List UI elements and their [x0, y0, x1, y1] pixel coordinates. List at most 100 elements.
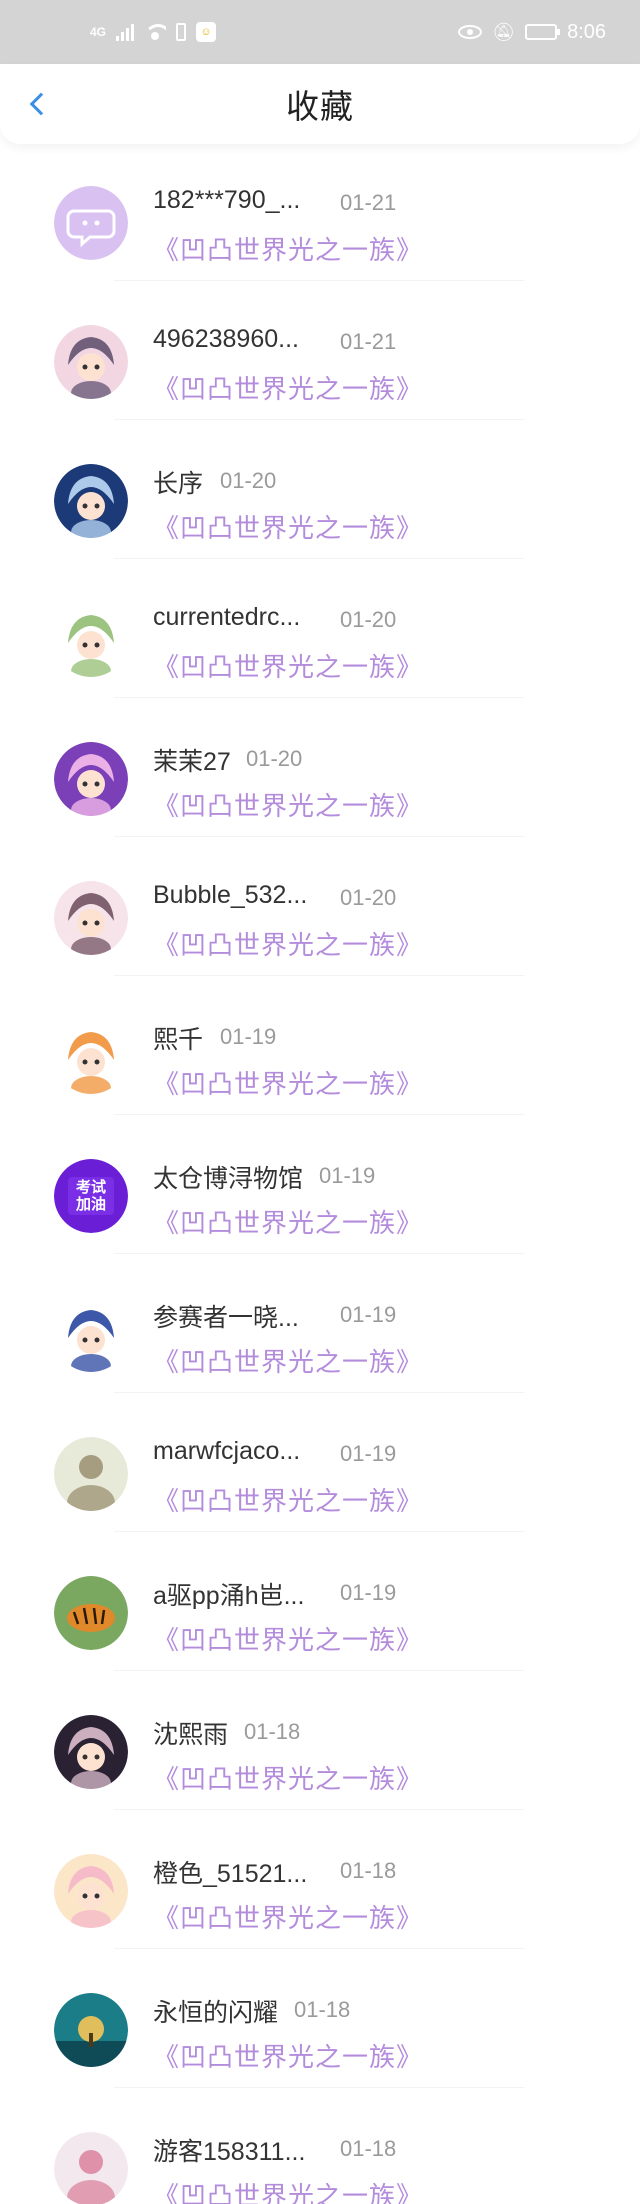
work-title-link[interactable]: 《凹凸世界光之一族》: [153, 1064, 423, 1101]
avatar[interactable]: [54, 1437, 128, 1511]
status-bar: 4G ☺ 🔕︎ 8:06: [0, 0, 640, 64]
list-item[interactable]: 长序 01-20 《凹凸世界光之一族》: [0, 440, 640, 579]
row-divider: [114, 1531, 524, 1532]
username[interactable]: 太仓博浔物馆: [153, 1159, 303, 1195]
work-title-link[interactable]: 《凹凸世界光之一族》: [153, 1342, 423, 1379]
date-label: 01-21: [340, 329, 397, 354]
username[interactable]: 茉茉27: [153, 742, 231, 778]
status-right: 🔕︎ 8:06: [458, 21, 606, 44]
work-title-link[interactable]: 《凹凸世界光之一族》: [153, 786, 423, 823]
work-title-link[interactable]: 《凹凸世界光之一族》: [153, 230, 423, 267]
avatar[interactable]: [54, 1298, 128, 1372]
signal-icon: [116, 23, 135, 41]
avatar[interactable]: [54, 325, 128, 399]
row-divider: [114, 975, 524, 976]
row-divider: [114, 1392, 524, 1393]
clock-time: 8:06: [567, 20, 606, 43]
username[interactable]: 永恒的闪耀: [153, 1993, 278, 2029]
avatar[interactable]: [54, 1020, 128, 1094]
row-divider: [114, 1670, 524, 1671]
list-item[interactable]: 橙色_51521... 01-18 《凹凸世界光之一族》: [0, 1830, 640, 1969]
list-item[interactable]: 永恒的闪耀 01-18 《凹凸世界光之一族》: [0, 1969, 640, 2108]
battery-icon: [525, 24, 561, 40]
list-item[interactable]: 游客158311... 01-18 《凹凸世界光之一族》: [0, 2108, 640, 2204]
avatar[interactable]: [54, 1715, 128, 1789]
work-title-link[interactable]: 《凹凸世界光之一族》: [153, 1481, 423, 1518]
username[interactable]: 长序: [153, 464, 203, 500]
status-left: 4G ☺: [90, 22, 217, 42]
date-label: 01-20: [340, 607, 397, 632]
date-label: 01-20: [220, 468, 277, 493]
date-label: 01-18: [340, 2136, 397, 2161]
date-label: 01-19: [340, 1302, 397, 1327]
date-label: 01-21: [340, 190, 397, 215]
row-divider: [114, 280, 524, 281]
list-item[interactable]: 沈熙雨 01-18 《凹凸世界光之一族》: [0, 1691, 640, 1830]
date-label: 01-19: [220, 1024, 277, 1049]
username[interactable]: 参赛者一晓...: [153, 1298, 299, 1334]
list-item[interactable]: a驱pp涌h岜... 01-19 《凹凸世界光之一族》: [0, 1552, 640, 1691]
date-label: 01-18: [340, 1858, 397, 1883]
avatar[interactable]: [54, 1993, 128, 2067]
list-item[interactable]: Bubble_532... 01-20 《凹凸世界光之一族》: [0, 857, 640, 996]
work-title-link[interactable]: 《凹凸世界光之一族》: [153, 1898, 423, 1935]
username[interactable]: 沈熙雨: [153, 1715, 228, 1751]
list-item[interactable]: 182***790_... 01-21 《凹凸世界光之一族》: [0, 162, 640, 301]
work-title-link[interactable]: 《凹凸世界光之一族》: [153, 647, 423, 684]
list-item[interactable]: 参赛者一晓... 01-19 《凹凸世界光之一族》: [0, 1274, 640, 1413]
work-title-link[interactable]: 《凹凸世界光之一族》: [153, 508, 423, 545]
avatar-text: 考试加油: [75, 1179, 106, 1213]
work-title-link[interactable]: 《凹凸世界光之一族》: [153, 1759, 423, 1796]
work-title-link[interactable]: 《凹凸世界光之一族》: [153, 925, 423, 962]
list-item[interactable]: 熙千 01-19 《凹凸世界光之一族》: [0, 996, 640, 1135]
chat-bubble-icon[interactable]: [54, 186, 128, 260]
username[interactable]: 496238960...: [153, 325, 299, 354]
work-title-link[interactable]: 《凹凸世界光之一族》: [153, 2037, 423, 2074]
list-item[interactable]: marwfcjaco... 01-19 《凹凸世界光之一族》: [0, 1413, 640, 1552]
date-label: 01-18: [294, 1997, 351, 2022]
username[interactable]: marwfcjaco...: [153, 1437, 300, 1466]
row-divider: [114, 1253, 524, 1254]
work-title-link[interactable]: 《凹凸世界光之一族》: [153, 1203, 423, 1240]
list-item[interactable]: 考试加油 太仓博浔物馆 01-19 《凹凸世界光之一族》: [0, 1135, 640, 1274]
list-item[interactable]: currentedrc... 01-20 《凹凸世界光之一族》: [0, 579, 640, 718]
row-divider: [114, 2087, 524, 2088]
date-label: 01-20: [246, 746, 303, 771]
work-title-link[interactable]: 《凹凸世界光之一族》: [153, 369, 423, 406]
row-divider: [114, 1809, 524, 1810]
username[interactable]: 182***790_...: [153, 186, 300, 215]
username[interactable]: a驱pp涌h岜...: [153, 1576, 304, 1612]
avatar[interactable]: 考试加油: [54, 1159, 128, 1233]
date-label: 01-19: [319, 1163, 376, 1188]
username[interactable]: currentedrc...: [153, 603, 300, 632]
row-divider: [114, 1114, 524, 1115]
list-item[interactable]: 茉茉27 01-20 《凹凸世界光之一族》: [0, 718, 640, 857]
back-button[interactable]: [20, 86, 56, 122]
username[interactable]: 游客158311...: [153, 2132, 305, 2168]
date-label: 01-19: [340, 1441, 397, 1466]
avatar[interactable]: [54, 2132, 128, 2204]
username[interactable]: 熙千: [153, 1020, 203, 1056]
row-divider: [114, 697, 524, 698]
work-title-link[interactable]: 《凹凸世界光之一族》: [153, 2176, 423, 2204]
avatar[interactable]: [54, 603, 128, 677]
avatar[interactable]: [54, 1576, 128, 1650]
avatar[interactable]: [54, 464, 128, 538]
avatar[interactable]: [54, 881, 128, 955]
network-type-label: 4G: [90, 25, 107, 39]
row-divider: [114, 1948, 524, 1949]
eye-icon: [458, 25, 483, 39]
row-divider: [114, 836, 524, 837]
work-title-link[interactable]: 《凹凸世界光之一族》: [153, 1620, 423, 1657]
row-divider: [114, 558, 524, 559]
avatar[interactable]: [54, 1854, 128, 1928]
list-item[interactable]: 496238960... 01-21 《凹凸世界光之一族》: [0, 301, 640, 440]
avatar[interactable]: [54, 742, 128, 816]
username[interactable]: 橙色_51521...: [153, 1854, 307, 1890]
chevron-left-icon: [29, 92, 53, 116]
battery-mini-icon: [176, 23, 187, 41]
username[interactable]: Bubble_532...: [153, 881, 307, 910]
row-divider: [114, 419, 524, 420]
page-header: 收藏: [0, 64, 640, 144]
date-label: 01-20: [340, 885, 397, 910]
